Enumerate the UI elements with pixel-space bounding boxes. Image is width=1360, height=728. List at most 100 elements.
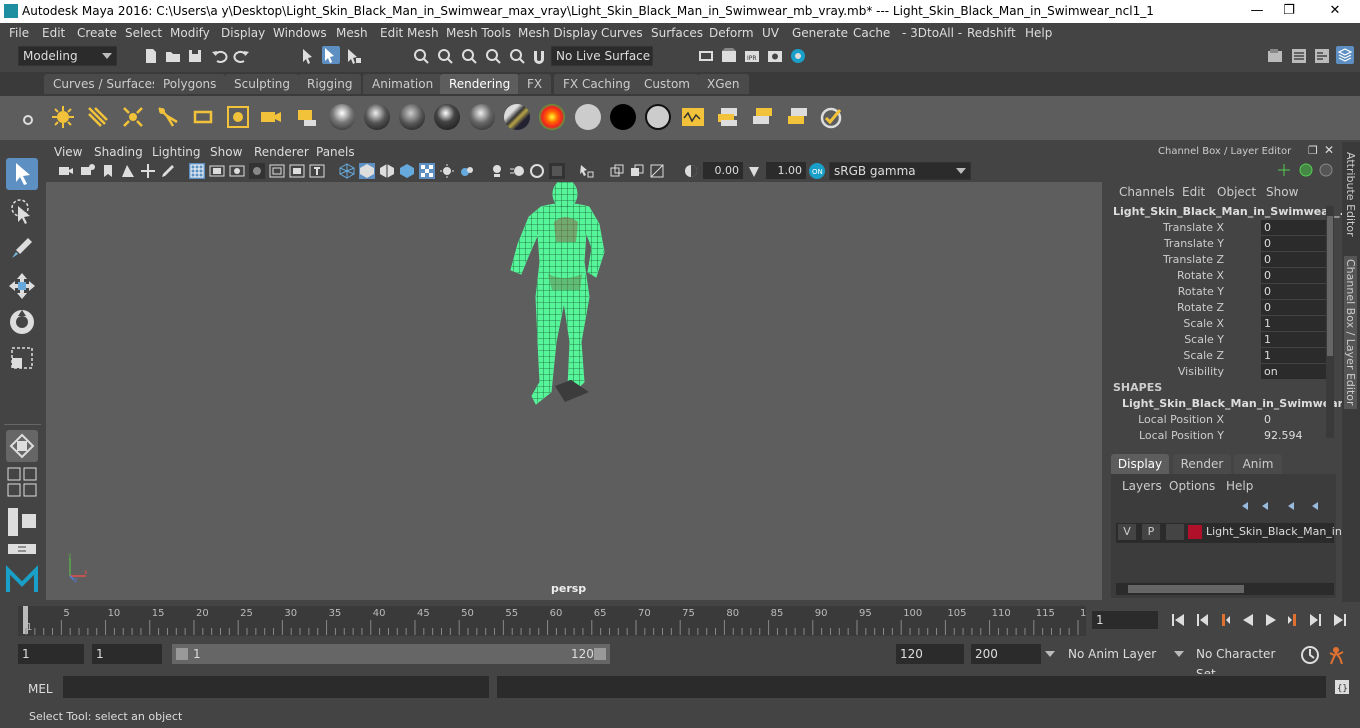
shape-name[interactable]: Light_Skin_Black_Man_in_Swimwear... <box>1122 397 1354 410</box>
live-surface-field[interactable]: No Live Surface <box>551 46 653 66</box>
float-panel-icon[interactable]: ❐ <box>1308 144 1320 157</box>
layer-tab-render[interactable]: Render <box>1173 454 1231 474</box>
channel-value[interactable]: 0 <box>1261 412 1328 427</box>
image-plane-icon[interactable] <box>120 163 136 179</box>
current-frame-field[interactable]: 1 <box>1092 611 1158 629</box>
batch-render-icon[interactable] <box>750 104 776 130</box>
safe-title-icon[interactable] <box>309 163 325 179</box>
film-gate-icon[interactable] <box>209 163 225 179</box>
toggle-attribute-editor-icon[interactable] <box>1290 47 1308 65</box>
channel-box-menu-edit[interactable]: Edit <box>1182 185 1205 199</box>
command-input[interactable] <box>63 676 489 698</box>
directional-light-icon[interactable] <box>85 104 111 130</box>
anim-layer-selector[interactable]: No Anim Layer <box>1064 644 1168 664</box>
menu-mesh-display[interactable]: Mesh Display <box>518 26 598 40</box>
menu-deform[interactable]: Deform <box>709 26 754 40</box>
layer-playback-toggle[interactable]: P <box>1142 524 1160 540</box>
use-background-shader-icon[interactable] <box>610 104 636 130</box>
playback-end-field[interactable]: 120 <box>896 644 964 664</box>
close-panel-icon[interactable]: ✕ <box>1324 143 1336 157</box>
camera-icon[interactable] <box>258 104 284 130</box>
phonge-shader-icon[interactable] <box>434 104 460 130</box>
depth-of-field-icon[interactable] <box>549 163 565 179</box>
channel-value[interactable]: on <box>1261 364 1328 379</box>
channel-box-scrollbar[interactable] <box>1326 206 1334 438</box>
channel-value[interactable]: 0 <box>1261 220 1328 235</box>
shelf-tab-xgen[interactable]: XGen <box>698 74 749 94</box>
select-object-icon[interactable] <box>322 46 340 64</box>
animation-end-field[interactable]: 200 <box>971 644 1041 664</box>
channel-row[interactable]: Scale Y 1 <box>1106 332 1342 348</box>
2d-pan-zoom-icon[interactable] <box>140 163 156 179</box>
volume-light-icon[interactable] <box>225 104 251 130</box>
menu-cache[interactable]: Cache <box>853 26 890 40</box>
bookmark-icon[interactable] <box>100 163 116 179</box>
shelf-tab-rigging[interactable]: Rigging <box>298 74 362 94</box>
range-end-handle[interactable] <box>594 648 606 660</box>
3d-viewport[interactable]: y x z persp <box>46 182 1102 600</box>
go-to-end-icon[interactable] <box>1332 612 1348 628</box>
spot-light-icon[interactable] <box>155 104 181 130</box>
single-perspective-layout-icon[interactable] <box>6 430 38 462</box>
layer-display-type-toggle[interactable] <box>1166 524 1184 540</box>
snap-grid-icon[interactable] <box>412 47 430 65</box>
channel-value[interactable]: 1 <box>1261 332 1328 347</box>
channel-value[interactable]: 0 <box>1261 284 1328 299</box>
shelf-tab-polygons[interactable]: Polygons <box>154 74 226 94</box>
backface-culling-icon[interactable] <box>649 163 665 179</box>
render-check-icon[interactable] <box>818 104 844 130</box>
rotate-tool-icon[interactable] <box>6 306 38 338</box>
channel-value[interactable]: 1 <box>1261 348 1328 363</box>
ground-plane-mesh[interactable] <box>551 378 591 402</box>
textured-icon[interactable] <box>399 163 415 179</box>
layer-horizontal-scrollbar[interactable] <box>1116 583 1334 595</box>
channel-row[interactable]: Rotate X 0 <box>1106 268 1342 284</box>
shelf-tab-rendering[interactable]: Rendering <box>440 74 520 94</box>
gate-mask-icon[interactable] <box>249 163 265 179</box>
viewport-menu-panels[interactable]: Panels <box>316 145 355 159</box>
outliner-layout-icon[interactable] <box>6 506 38 538</box>
maya-home-logo-icon[interactable] <box>4 562 40 598</box>
channel-value[interactable]: 0 <box>1261 236 1328 251</box>
toggle-channel-box-icon[interactable] <box>1336 46 1354 64</box>
channel-box-icons[interactable] <box>1276 162 1336 178</box>
range-slider[interactable]: 1 120 <box>172 644 610 664</box>
menu-generate[interactable]: Generate <box>792 26 848 40</box>
save-scene-icon[interactable] <box>186 47 204 65</box>
render-settings-icon[interactable] <box>766 47 784 65</box>
step-forward-frame-icon[interactable] <box>1308 612 1324 628</box>
use-all-lights-icon[interactable] <box>419 163 435 179</box>
exposure-icon[interactable] <box>683 163 699 179</box>
render-current-frame-icon[interactable] <box>720 47 738 65</box>
animation-preferences-icon[interactable] <box>1328 644 1350 666</box>
layout-shortcut-icon[interactable] <box>6 542 38 556</box>
channel-row[interactable]: Rotate Z 0 <box>1106 300 1342 316</box>
shelf-tab-fx-caching[interactable]: FX Caching <box>554 74 640 94</box>
viewport-menu-renderer[interactable]: Renderer <box>254 145 309 159</box>
menu-mesh-tools[interactable]: Mesh Tools <box>446 26 511 40</box>
layer-tab-anim[interactable]: Anim <box>1234 454 1282 474</box>
undo-icon[interactable] <box>210 47 228 65</box>
safe-action-icon[interactable] <box>289 163 305 179</box>
snap-view-plane-icon[interactable] <box>484 47 502 65</box>
anisotropic-shader-icon[interactable] <box>469 104 495 130</box>
motion-blur-icon[interactable] <box>509 163 525 179</box>
step-back-frame-icon[interactable] <box>1194 612 1210 628</box>
menu-mesh[interactable]: Mesh <box>336 26 368 40</box>
snap-point-icon[interactable] <box>460 47 478 65</box>
field-chart-icon[interactable] <box>269 163 285 179</box>
wireframe-icon[interactable] <box>339 163 355 179</box>
chevron-down-icon[interactable] <box>1173 649 1185 659</box>
layer-menu-options[interactable]: Options <box>1169 479 1215 493</box>
channel-row[interactable]: Translate Z 0 <box>1106 252 1342 268</box>
close-button[interactable]: ✕ <box>1320 2 1350 20</box>
ambient-light-icon[interactable] <box>120 104 146 130</box>
wireframe-on-shaded-icon[interactable] <box>379 163 395 179</box>
lasso-tool-icon[interactable] <box>6 196 38 228</box>
smooth-shade-icon[interactable] <box>359 163 375 179</box>
area-light-icon[interactable] <box>190 104 216 130</box>
render-diagnostics-icon[interactable] <box>680 104 706 130</box>
channel-box-layer-editor-tab[interactable]: Channel Box / Layer Editor <box>1344 256 1357 409</box>
layer-menu-layers[interactable]: Layers <box>1122 479 1162 493</box>
play-backwards-icon[interactable] <box>1240 612 1256 628</box>
